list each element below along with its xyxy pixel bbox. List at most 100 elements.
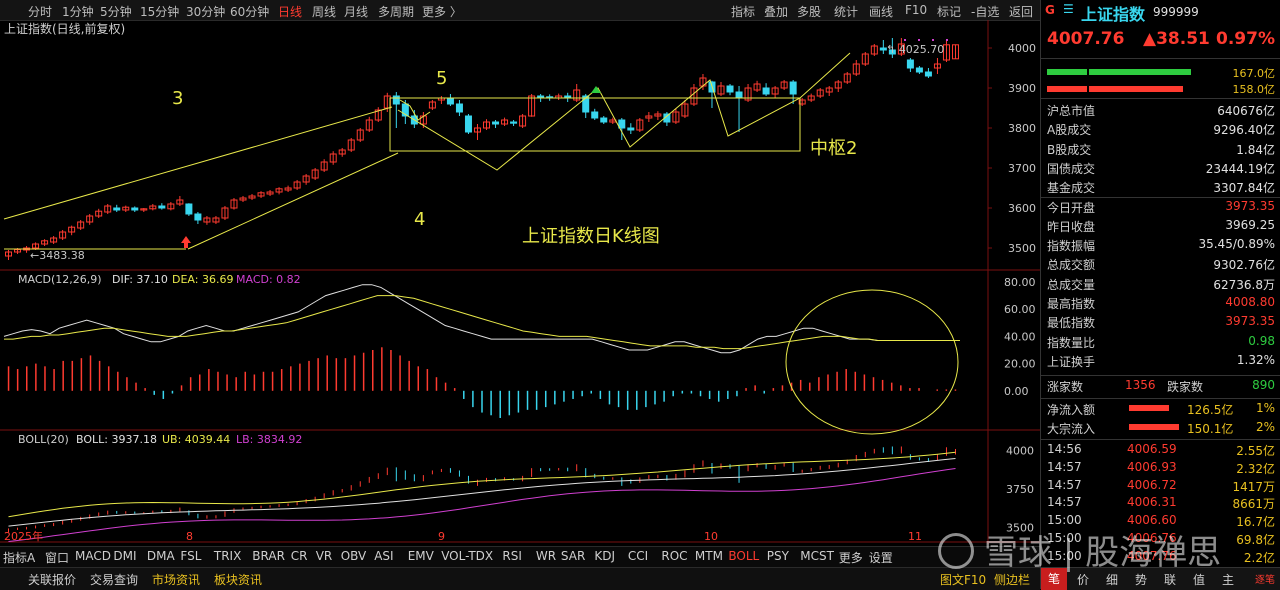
indicator-tab-13[interactable]: VOL-TDX	[441, 549, 493, 563]
candle-down	[789, 81, 797, 95]
period-tab-9[interactable]: 多周期	[378, 3, 414, 20]
status-right-0[interactable]: 图文F10	[940, 571, 986, 588]
stat-row: A股成交 9296.40亿	[1041, 120, 1280, 139]
indicator-tab-7[interactable]: BRAR	[252, 549, 285, 563]
indicator-tab-4[interactable]: DMA	[147, 549, 175, 563]
tool-button-3[interactable]: 统计	[834, 3, 858, 20]
indicator-tab-6[interactable]: TRIX	[214, 549, 241, 563]
status-tab-1[interactable]: 交易查询	[90, 571, 138, 588]
stats-list: 沪总市值 640676亿 A股成交 9296.40亿 B股成交 1.84亿 国债成交 2344…	[1041, 101, 1280, 371]
tool-button-5[interactable]: F10	[905, 3, 927, 17]
month-label: 2025年	[4, 529, 43, 543]
tool-button-7[interactable]: -自选	[971, 3, 999, 20]
indicator-tab-23[interactable]: MCST	[800, 549, 834, 563]
status-tab-2[interactable]: 市场资讯	[152, 571, 200, 588]
candle-down	[185, 203, 193, 215]
tick-row: 14:57 4006.31 8661万	[1041, 494, 1280, 513]
indicator-tab-5[interactable]: FSL	[180, 549, 201, 563]
tool-button-1[interactable]: 叠加	[764, 3, 788, 20]
candle-down	[915, 67, 923, 73]
tick-volume: 1417万	[1232, 479, 1275, 494]
marker-dot	[904, 39, 906, 41]
stat-value: 3307.84亿	[1213, 181, 1275, 196]
buy-arrow-stem	[184, 242, 188, 248]
price-tick: 3600	[1008, 202, 1036, 215]
indicator-tab-22[interactable]: PSY	[767, 549, 789, 563]
indicator-tab-8[interactable]: CR	[291, 549, 308, 563]
period-tab-4[interactable]: 30分钟	[186, 3, 225, 20]
period-tab-8[interactable]: 月线	[344, 3, 368, 20]
indicator-tab-19[interactable]: ROC	[661, 549, 687, 563]
period-tab-0[interactable]: 分时	[28, 3, 52, 20]
candle-down	[735, 91, 743, 99]
tool-button-8[interactable]: 返回	[1009, 3, 1033, 20]
indicator-tab-20[interactable]: MTM	[695, 549, 723, 563]
tick-volume: 2.32亿	[1236, 461, 1275, 476]
candle-down	[158, 205, 166, 209]
stat-label: A股成交	[1047, 123, 1092, 138]
indicator-tab-18[interactable]: CCI	[628, 549, 648, 563]
buy-bar-small	[1047, 69, 1087, 75]
indicator-tab-24[interactable]: 更多	[839, 549, 863, 566]
security-name: 上证指数	[1081, 5, 1146, 24]
boll-ub-label: UB: 4039.44	[162, 433, 230, 446]
period-tab-7[interactable]: 周线	[312, 3, 336, 20]
month-label: 11	[908, 530, 922, 543]
stat-value: 9302.76亿	[1213, 258, 1275, 273]
indicator-tab-12[interactable]: EMV	[408, 549, 434, 563]
price-change: ▲38.51	[1143, 29, 1210, 49]
tool-button-2[interactable]: 多股	[797, 3, 821, 20]
indicator-tab-11[interactable]: ASI	[374, 549, 393, 563]
low-price-label: ←3483.38	[30, 249, 85, 262]
tick-price: 4006.93	[1127, 459, 1177, 474]
tool-button-4[interactable]: 画线	[869, 3, 893, 20]
stat-value: 4008.80	[1225, 295, 1275, 309]
tool-button-0[interactable]: 指标	[731, 3, 755, 20]
period-tab-3[interactable]: 15分钟	[140, 3, 179, 20]
stat-label: 指数振幅	[1047, 239, 1096, 254]
stat-value: 23444.19亿	[1205, 161, 1275, 176]
zhongshu-box	[389, 97, 801, 152]
indicator-tab-2[interactable]: MACD	[75, 549, 111, 563]
candle-down	[510, 121, 518, 124]
stat-label: 沪总市值	[1047, 104, 1096, 118]
period-tab-6[interactable]: 日线	[278, 3, 302, 20]
stat-row: 总成交额 9302.76亿	[1041, 255, 1280, 274]
stat-value: 35.45/0.89%	[1198, 237, 1275, 252]
indicator-tab-16[interactable]: SAR	[561, 549, 585, 563]
period-tab-2[interactable]: 5分钟	[100, 3, 132, 20]
boll-mid-label: BOLL: 3937.18	[76, 433, 157, 446]
candle-down	[392, 95, 400, 105]
indicator-tab-14[interactable]: RSI	[502, 549, 522, 563]
period-tab-1[interactable]: 1分钟	[62, 3, 94, 20]
indicator-tab-10[interactable]: OBV	[341, 549, 367, 563]
stat-value: 3973.35	[1225, 198, 1275, 213]
period-tab-10[interactable]: 更多 〉	[422, 3, 462, 20]
candle-down	[537, 95, 545, 98]
boll-label: BOLL(20)	[18, 433, 69, 446]
advance-decline-row: 涨家数 1356 跌家数 890	[1047, 378, 1275, 394]
stat-label: 最高指数	[1047, 297, 1096, 311]
indicator-tab-3[interactable]: DMI	[113, 549, 136, 563]
tick-row: 14:56 4006.59 2.55亿	[1041, 441, 1280, 460]
period-tab-5[interactable]: 60分钟	[230, 3, 269, 20]
indicator-tab-0[interactable]: 指标A	[3, 549, 35, 566]
stat-row: 沪总市值 640676亿	[1041, 101, 1280, 120]
quote-tab-extra[interactable]: 逐笔	[1251, 571, 1279, 586]
stat-label: 总成交额	[1047, 258, 1096, 273]
wave4-trend-line	[187, 152, 399, 250]
menu-icon[interactable]: ☰	[1063, 2, 1074, 16]
indicator-tab-1[interactable]: 窗口	[45, 549, 69, 566]
indicator-tab-15[interactable]: WR	[536, 549, 556, 563]
indicator-tab-9[interactable]: VR	[316, 549, 333, 563]
tick-volume: 16.7亿	[1236, 515, 1275, 530]
indicator-tab-17[interactable]: KDJ	[594, 549, 615, 563]
stat-label: 基金成交	[1047, 181, 1096, 196]
status-tab-3[interactable]: 板块资讯	[214, 571, 262, 588]
tool-button-6[interactable]: 标记	[937, 3, 961, 20]
indicator-tab-21[interactable]: BOLL	[728, 549, 759, 563]
sell-bar-value: 158.0亿	[1232, 83, 1276, 96]
status-tab-0[interactable]: 关联报价	[28, 571, 76, 588]
boll-lb-line	[8, 468, 956, 542]
indicator-tab-25[interactable]: 设置	[869, 549, 893, 566]
